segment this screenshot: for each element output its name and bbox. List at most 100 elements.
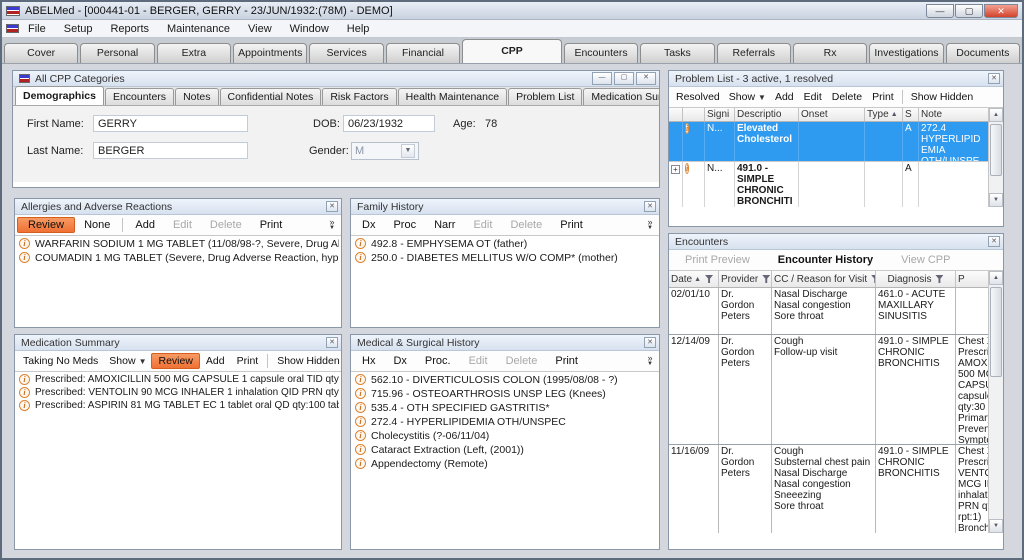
cpp-minimize-button[interactable]: —: [592, 72, 612, 85]
family-overflow-icon[interactable]: »▼: [643, 219, 657, 231]
gender-dropdown[interactable]: M ▼: [351, 142, 419, 160]
family-edit-button[interactable]: Edit: [464, 217, 501, 233]
medsurg-print-button[interactable]: Print: [546, 353, 587, 369]
maximize-button[interactable]: ▢: [955, 4, 983, 18]
allergy-item[interactable]: i COUMADIN 1 MG TABLET (Severe, Drug Adv…: [17, 251, 339, 265]
cpp-tab-demographics[interactable]: Demographics: [15, 86, 104, 105]
scroll-up-icon[interactable]: ▲: [989, 271, 1003, 285]
tab-cover[interactable]: Cover: [4, 43, 78, 63]
family-proc-button[interactable]: Proc: [384, 217, 425, 233]
expand-icon[interactable]: +: [671, 165, 680, 174]
meds-review-button[interactable]: Review: [151, 353, 199, 369]
medication-item[interactable]: i Prescribed: ASPIRIN 81 MG TABLET EC 1 …: [17, 399, 339, 412]
encounters-panel-button[interactable]: ✕: [988, 236, 1000, 247]
meds-print-button[interactable]: Print: [231, 353, 265, 369]
medsurg-delete-button[interactable]: Delete: [497, 353, 547, 369]
family-history-item[interactable]: i 492.8 - EMPHYSEMA OT (father): [353, 237, 657, 251]
problem-list-scrollbar[interactable]: ▲ ▼: [988, 108, 1003, 207]
encounter-row[interactable]: 11/16/09 Dr. Gordon Peters Cough Subster…: [669, 445, 988, 533]
encounter-row[interactable]: 02/01/10 Dr. Gordon Peters Nasal Dischar…: [669, 288, 988, 335]
medsurg-item[interactable]: iAppendectomy (Remote): [353, 457, 657, 471]
family-delete-button[interactable]: Delete: [501, 217, 551, 233]
menu-help[interactable]: Help: [338, 21, 379, 37]
medsurg-item[interactable]: i715.96 - OSTEOARTHROSIS UNSP LEG (Knees…: [353, 387, 657, 401]
medsurg-item[interactable]: i562.10 - DIVERTICULOSIS COLON (1995/08/…: [353, 373, 657, 387]
cpp-close-button[interactable]: ✕: [636, 72, 656, 85]
medsurg-dx-button[interactable]: Dx: [384, 353, 415, 369]
family-dx-button[interactable]: Dx: [353, 217, 384, 233]
col-provider[interactable]: Provider: [719, 271, 772, 287]
medsurg-item[interactable]: i272.4 - HYPERLIPIDEMIA OTH/UNSPEC: [353, 415, 657, 429]
menu-reports[interactable]: Reports: [101, 21, 158, 37]
tab-investigations[interactable]: Investigations: [869, 43, 943, 63]
tab-documents[interactable]: Documents: [946, 43, 1020, 63]
cpp-tab-medication-summary[interactable]: Medication Summary: [583, 88, 660, 105]
tab-rx[interactable]: Rx: [793, 43, 867, 63]
col-reason[interactable]: CC / Reason for Visit: [772, 271, 876, 287]
problems-show-hidden-button[interactable]: Show Hidden: [906, 89, 978, 105]
col-date[interactable]: Date▲: [669, 271, 719, 287]
encounter-row[interactable]: 12/14/09 Dr. Gordon Peters Cough Follow-…: [669, 335, 988, 445]
encounter-history-button[interactable]: Encounter History: [764, 252, 887, 268]
cpp-tab-health-maintenance[interactable]: Health Maintenance: [398, 88, 507, 105]
medsurg-item[interactable]: i535.4 - OTH SPECIFIED GASTRITIS*: [353, 401, 657, 415]
medsurg-edit-button[interactable]: Edit: [460, 353, 497, 369]
allergies-review-button[interactable]: Review: [17, 217, 75, 233]
menu-view[interactable]: View: [239, 21, 281, 37]
problems-delete-button[interactable]: Delete: [827, 89, 867, 105]
hx-button[interactable]: Hx: [353, 353, 384, 369]
allergies-print-button[interactable]: Print: [251, 217, 292, 233]
allergies-panel-button[interactable]: ✕: [326, 201, 338, 212]
col-significance[interactable]: Signi: [705, 108, 735, 121]
col-diagnosis[interactable]: Diagnosis: [876, 271, 956, 287]
allergies-add-button[interactable]: Add: [126, 217, 164, 233]
dob-input[interactable]: [343, 115, 435, 132]
family-narr-button[interactable]: Narr: [425, 217, 464, 233]
tab-financial[interactable]: Financial: [386, 43, 460, 63]
meds-add-button[interactable]: Add: [200, 353, 231, 369]
last-name-input[interactable]: [93, 142, 248, 159]
meds-show-hidden-button[interactable]: Show Hidden: [271, 353, 342, 369]
tab-tasks[interactable]: Tasks: [640, 43, 714, 63]
print-preview-button[interactable]: Print Preview: [671, 252, 764, 268]
cpp-tab-notes[interactable]: Notes: [175, 88, 218, 105]
scrollbar-thumb[interactable]: [990, 124, 1002, 176]
menu-file[interactable]: File: [19, 21, 55, 37]
medication-item[interactable]: i Prescribed: AMOXICILLIN 500 MG CAPSULE…: [17, 373, 339, 386]
close-button[interactable]: ✕: [984, 4, 1018, 18]
scroll-down-icon[interactable]: ▼: [989, 519, 1003, 533]
medication-item[interactable]: i Prescribed: VENTOLIN 90 MCG INHALER 1 …: [17, 386, 339, 399]
first-name-input[interactable]: [93, 115, 248, 132]
allergies-overflow-icon[interactable]: »▼: [325, 219, 339, 231]
meds-show-button[interactable]: Show▼: [104, 353, 151, 369]
family-history-panel-button[interactable]: ✕: [644, 201, 656, 212]
cpp-tab-confidential-notes[interactable]: Confidential Notes: [220, 88, 322, 105]
menu-setup[interactable]: Setup: [55, 21, 102, 37]
col-plan[interactable]: P: [956, 271, 988, 287]
scroll-down-icon[interactable]: ▼: [989, 193, 1003, 207]
col-onset[interactable]: Onset: [799, 108, 865, 121]
allergies-edit-button[interactable]: Edit: [164, 217, 201, 233]
problem-list-panel-button[interactable]: ✕: [988, 73, 1000, 84]
tab-services[interactable]: Services: [309, 43, 383, 63]
cpp-restore-button[interactable]: ▢: [614, 72, 634, 85]
medsurg-item[interactable]: iCholecystitis (?-06/11/04): [353, 429, 657, 443]
medsurg-overflow-icon[interactable]: »▼: [643, 355, 657, 367]
medication-panel-button[interactable]: ✕: [326, 337, 338, 348]
medsurg-item[interactable]: iCataract Extraction (Left, (2001)): [353, 443, 657, 457]
cpp-tab-problem-list[interactable]: Problem List: [508, 88, 582, 105]
medical-surgical-panel-button[interactable]: ✕: [644, 337, 656, 348]
minimize-button[interactable]: —: [926, 4, 954, 18]
tab-cpp[interactable]: CPP: [462, 39, 562, 63]
medsurg-proc-button[interactable]: Proc.: [416, 353, 460, 369]
tab-extra[interactable]: Extra: [157, 43, 231, 63]
tab-encounters[interactable]: Encounters: [564, 43, 638, 63]
tab-personal[interactable]: Personal: [80, 43, 154, 63]
problems-print-button[interactable]: Print: [867, 89, 899, 105]
problems-edit-button[interactable]: Edit: [799, 89, 827, 105]
cpp-tab-risk-factors[interactable]: Risk Factors: [322, 88, 396, 105]
family-history-item[interactable]: i 250.0 - DIABETES MELLITUS W/O COMP* (m…: [353, 251, 657, 265]
tab-referrals[interactable]: Referrals: [717, 43, 791, 63]
menu-window[interactable]: Window: [281, 21, 338, 37]
resolved-button[interactable]: Resolved: [671, 89, 725, 105]
